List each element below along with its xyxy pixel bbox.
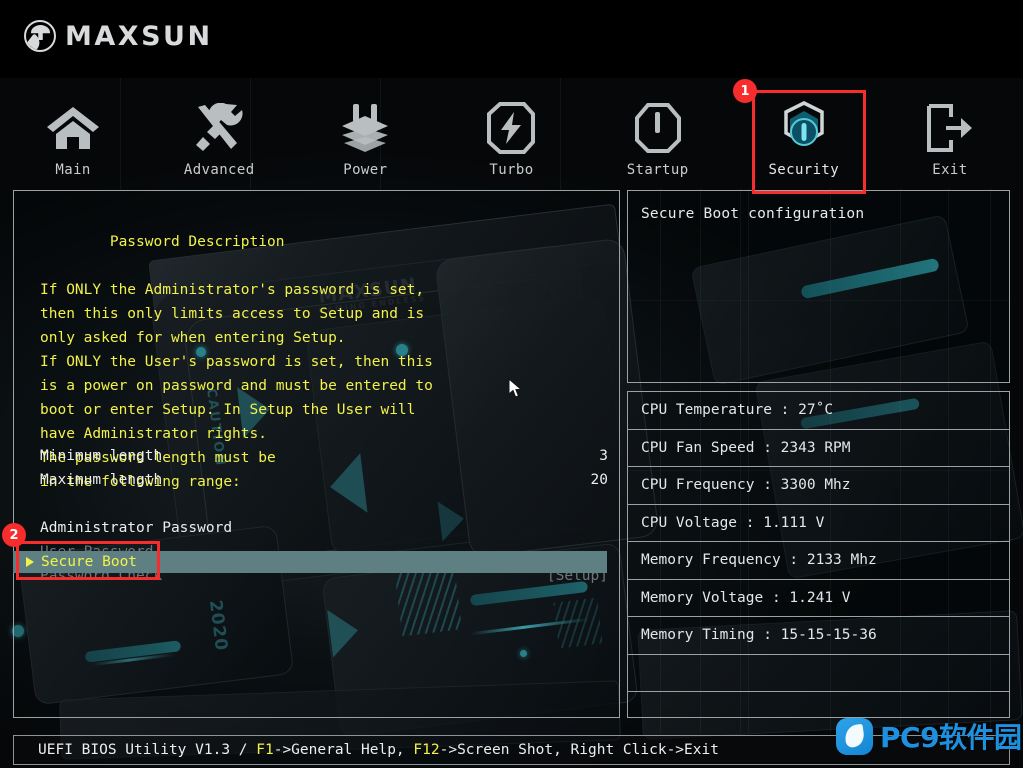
hw-row-empty-1 [628,655,1009,692]
power-icon [634,100,682,156]
hw-row-memory-voltage: Memory Voltage : 1.241 V [628,580,1009,617]
maxsun-logo-icon [24,20,56,52]
site-watermark: PC9软件园 [836,716,1022,756]
hardware-monitor-panel: CPU Temperature : 27˚C CPU Fan Speed : 2… [627,391,1010,718]
secure-boot-label: Secure Boot [41,554,138,570]
secure-boot-config-panel: Secure Boot configuration [627,190,1010,383]
nav-item-startup[interactable]: Startup [585,78,731,188]
secure-boot-config-title: Secure Boot configuration [641,206,865,222]
hw-row-cpu-frequency: CPU Frequency : 3300 Mhz [628,467,1009,505]
nav-item-main[interactable]: Main [0,78,146,188]
nav-label-advanced: Advanced [183,162,255,178]
desc-line-1: If ONLY the Administrator's password is … [40,282,425,298]
desc-line-5: is a power on password and must be enter… [40,378,433,394]
row-administrator-password[interactable]: Administrator Password [40,516,608,540]
right-arrow-icon [26,557,34,567]
power-stack-icon [340,100,390,156]
shield-hex-icon [778,100,830,156]
main-navigation[interactable]: Main Advanced Power Turbo Startup Securi… [0,78,1023,188]
nav-label-exit: Exit [932,162,968,178]
row-value: 20 [590,472,608,488]
nav-label-power: Power [343,162,388,178]
password-description-title: Password Description [109,234,285,250]
status-bar-text: UEFI BIOS Utility V1.3 / F1->General Hel… [38,742,719,758]
annotation-badge-1: 1 [733,79,757,103]
pc9-leaf-icon [836,717,873,755]
exit-icon [924,100,976,156]
header-bar: MAXSUN [0,0,1023,78]
nav-label-startup: Startup [626,162,689,178]
hw-row-cpu-temperature: CPU Temperature : 27˚C [628,392,1009,430]
nav-item-advanced[interactable]: Advanced [146,78,292,188]
footer-mid-2: ->Screen Shot, Right Click->Exit [439,742,719,758]
nav-label-security: Security [768,162,840,178]
bios-screen: CAUTION 2020 MAXSUN GAMING ENDLESS MAXSU… [0,0,1023,768]
desc-line-4: If ONLY the User's password is set, then… [40,354,433,370]
desc-line-3: only asked for when entering Setup. [40,330,346,346]
annotation-badge-2: 2 [2,523,26,547]
nav-label-main: Main [55,162,91,178]
brand-logo: MAXSUN [24,20,213,52]
hw-row-memory-frequency: Memory Frequency : 2133 Mhz [628,542,1009,580]
desc-line-6: boot or enter Setup. In Setup the User w… [40,402,416,418]
lightning-icon [486,100,536,156]
secure-boot-row[interactable]: Secure Boot [13,551,607,573]
row-label: Administrator Password [40,520,233,536]
hw-row-cpu-voltage: CPU Voltage : 1.111 V [628,505,1009,542]
brand-name: MAXSUN [65,20,213,52]
nav-item-exit[interactable]: Exit [877,78,1023,188]
nav-label-turbo: Turbo [489,162,534,178]
nav-item-turbo[interactable]: Turbo [438,78,584,188]
footer-key-f12: F12 [413,742,440,758]
password-description-panel: Password Description If ONLY the Administ… [13,190,620,718]
footer-key-f1: F1 [256,742,274,758]
nav-item-power[interactable]: Power [292,78,438,188]
row-value: 3 [599,448,608,464]
row-label: Maximum length [40,472,163,488]
row-minimum-length[interactable]: Minimum length 3 [40,444,608,468]
tools-icon [193,100,245,156]
hw-row-cpu-fan-speed: CPU Fan Speed : 2343 RPM [628,430,1009,467]
desc-line-7: have Administrator rights. [40,426,267,442]
content-area: Password Description If ONLY the Administ… [0,188,1023,733]
row-maximum-length[interactable]: Maximum length 20 [40,468,608,492]
hw-row-memory-timing: Memory Timing : 15-15-15-36 [628,617,1009,655]
footer-prefix: UEFI BIOS Utility V1.3 / [38,742,257,758]
row-label: Minimum length [40,448,163,464]
footer-mid-1: ->General Help, [273,742,414,758]
home-icon [45,100,101,156]
watermark-text: PC9软件园 [880,721,1022,754]
desc-line-2: then this only limits access to Setup an… [40,306,425,322]
